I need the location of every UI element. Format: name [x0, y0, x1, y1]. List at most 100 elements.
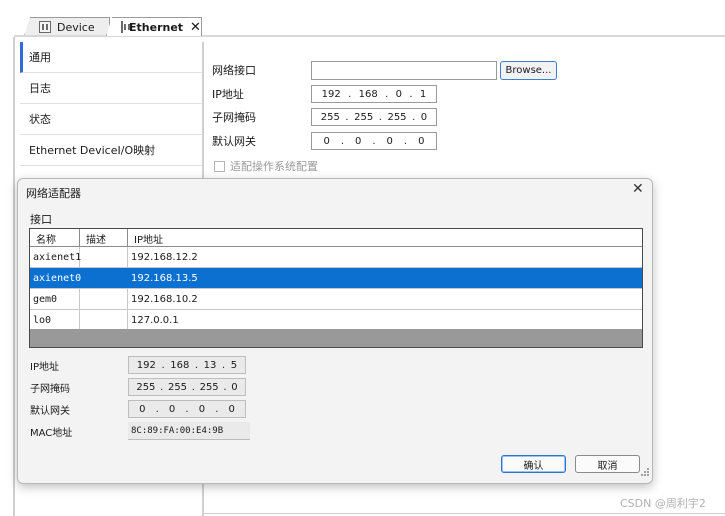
- nav-item-general[interactable]: 通用: [20, 42, 202, 73]
- column-header-name[interactable]: 名称: [30, 229, 80, 247]
- ip-octet: 0: [420, 111, 428, 123]
- ip-octet: 0: [395, 88, 402, 100]
- nav-item-label: 通用: [29, 51, 51, 64]
- ip-label: IP地址: [212, 88, 244, 101]
- adapter-desc-cell: [80, 268, 128, 288]
- adapter-ip-cell: 192.168.10.2: [131, 293, 198, 305]
- detail-ip-value: 192. 168. 13. 5: [128, 356, 246, 374]
- close-icon[interactable]: ✕: [632, 181, 644, 197]
- detail-gateway-label: 默认网关: [30, 405, 70, 417]
- ip-octet: 0: [386, 135, 393, 147]
- ip-octet: 0: [198, 403, 206, 415]
- ip-octet: 255: [136, 381, 156, 393]
- editor-tab-strip: Device Ethernet ✕: [0, 0, 725, 38]
- column-header-ip[interactable]: IP地址: [128, 229, 642, 247]
- adapter-table: 名称 描述 IP地址 axienet1 192.168.12.2 axienet…: [29, 228, 643, 348]
- adapter-desc-cell: [80, 247, 128, 267]
- table-empty-area: [30, 329, 642, 347]
- subnet-mask-input[interactable]: 255. 255. 255. 0: [311, 108, 437, 126]
- cancel-button[interactable]: 取消: [575, 455, 640, 473]
- adapter-ip-cell: 192.168.12.2: [131, 251, 198, 263]
- network-adapter-dialog: 网络适配器 ✕ 接口 名称 描述 IP地址 axienet1 192.168.1…: [17, 178, 653, 484]
- tab-ethernet-label: Ethernet: [129, 20, 184, 34]
- ip-octet: 255: [199, 381, 219, 393]
- adapter-name-cell: axienet1: [30, 247, 81, 267]
- nav-item-log[interactable]: 日志: [20, 73, 202, 104]
- ip-octet: 0: [231, 381, 238, 393]
- detail-ip-row: IP地址 192. 168. 13. 5: [30, 355, 246, 375]
- browse-button[interactable]: Browse...: [500, 60, 557, 80]
- interface-input[interactable]: [311, 60, 497, 80]
- nav-item-io-mapping[interactable]: Ethernet DeviceI/O映射: [20, 135, 202, 166]
- detail-ip-label: IP地址: [30, 361, 59, 373]
- editor-border: [13, 37, 15, 516]
- ip-octet: 1: [419, 88, 427, 100]
- ip-octet: 255: [167, 381, 188, 393]
- resize-grip-icon[interactable]: [640, 467, 650, 477]
- table-row-selected[interactable]: axienet0 192.168.13.5: [30, 268, 642, 289]
- detail-gateway-row: 默认网关 0. 0. 0. 0: [30, 399, 246, 419]
- ip-octet: 192: [321, 88, 341, 100]
- detail-mac-label: MAC地址: [30, 427, 73, 439]
- ip-octet: 255: [387, 111, 407, 123]
- column-header-description[interactable]: 描述: [80, 229, 128, 247]
- gateway-label: 默认网关: [212, 135, 256, 148]
- gateway-row: 默认网关 0. 0. 0. 0: [212, 131, 437, 151]
- ip-octet: 192: [136, 359, 156, 371]
- ip-octet: 0: [418, 135, 425, 147]
- device-icon: [39, 21, 51, 33]
- detail-mac-row: MAC地址 8C:89:FA:00:E4:9B: [30, 421, 250, 441]
- ip-octet: 0: [228, 403, 235, 415]
- ip-octet: 168: [170, 359, 190, 371]
- interface-group-label: 接口: [30, 213, 52, 226]
- nav-item-label: 日志: [29, 82, 51, 95]
- adapter-ip-cell: 127.0.0.1: [131, 314, 179, 326]
- table-row[interactable]: axienet1 192.168.12.2: [30, 247, 642, 268]
- adapter-desc-cell: [80, 310, 128, 330]
- interface-row: 网络接口 Browse...: [212, 60, 557, 80]
- ip-octet: 5: [230, 359, 238, 371]
- close-icon[interactable]: ✕: [190, 21, 201, 34]
- adapter-name-cell: gem0: [30, 289, 80, 309]
- tab-device[interactable]: Device: [24, 17, 110, 36]
- ip-octet: 255: [354, 111, 374, 123]
- table-header: 名称 描述 IP地址: [30, 229, 642, 247]
- dialog-title: 网络适配器: [26, 187, 81, 200]
- adapter-name-cell: lo0: [30, 310, 80, 330]
- detail-subnet-label: 子网掩码: [30, 383, 70, 395]
- detail-subnet-row: 子网掩码 255. 255. 255. 0: [30, 377, 246, 397]
- ip-octet: 0: [168, 403, 176, 415]
- nav-item-label: 状态: [29, 113, 51, 126]
- tab-device-label: Device: [57, 20, 95, 34]
- ip-octet: 0: [139, 403, 146, 415]
- ip-octet: 168: [358, 88, 378, 100]
- editor-bottom-border: [202, 513, 725, 514]
- adapter-ip-cell: 192.168.13.5: [131, 272, 198, 284]
- ip-octet: 0: [355, 135, 362, 147]
- table-row[interactable]: gem0 192.168.10.2: [30, 289, 642, 310]
- subnet-label: 子网掩码: [212, 111, 256, 124]
- device-icon: [121, 21, 130, 33]
- settings-nav: 通用 日志 状态 Ethernet DeviceI/O映射: [20, 42, 202, 180]
- ip-address-input[interactable]: 192. 168. 0. 1: [311, 85, 437, 103]
- ethernet-settings: 网络接口 Browse... IP地址 192. 168. 0. 1 子网掩码 …: [212, 60, 612, 180]
- adapter-desc-cell: [80, 289, 128, 309]
- watermark: CSDN @周利宇2: [620, 497, 706, 510]
- adapt-os-checkbox[interactable]: [214, 160, 225, 172]
- tab-ethernet[interactable]: Ethernet ✕: [106, 17, 202, 36]
- table-row[interactable]: lo0 127.0.0.1: [30, 310, 642, 331]
- adapt-os-row: 适配操作系统配置: [214, 158, 318, 174]
- adapter-details: IP地址 192. 168. 13. 5 子网掩码 255. 255. 255.…: [30, 355, 290, 445]
- interface-label: 网络接口: [212, 64, 256, 77]
- detail-mac-value: 8C:89:FA:00:E4:9B: [128, 422, 250, 440]
- adapter-name-cell: axienet0: [30, 268, 81, 288]
- nav-item-label: Ethernet DeviceI/O映射: [29, 144, 156, 157]
- ip-row: IP地址 192. 168. 0. 1: [212, 84, 437, 104]
- nav-item-status[interactable]: 状态: [20, 104, 202, 135]
- detail-subnet-value: 255. 255. 255. 0: [128, 378, 246, 396]
- ip-octet: 255: [320, 111, 340, 123]
- ip-octet: 0: [323, 135, 330, 147]
- gateway-input[interactable]: 0. 0. 0. 0: [311, 132, 437, 150]
- confirm-button[interactable]: 确认: [501, 455, 566, 473]
- ip-octet: 13: [203, 359, 217, 371]
